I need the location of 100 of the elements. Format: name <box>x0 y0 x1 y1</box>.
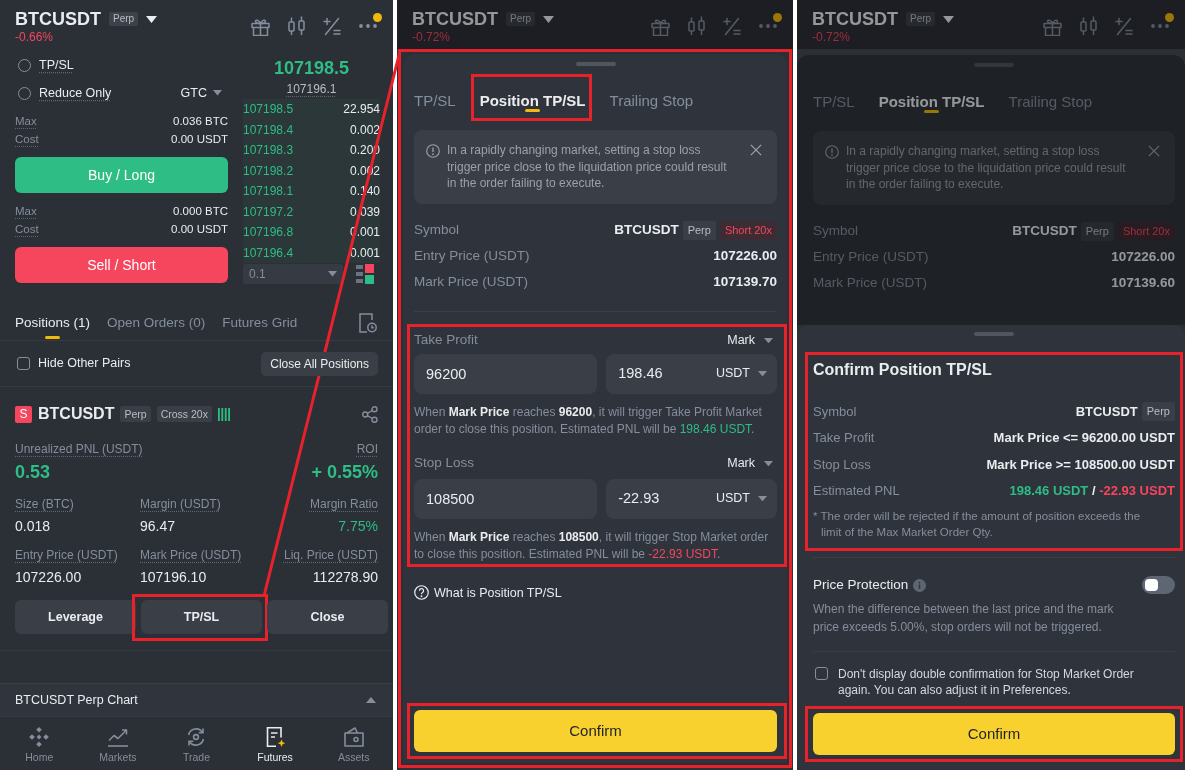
field-label: ROI <box>356 441 378 457</box>
line-chart-icon <box>106 726 129 748</box>
symbol-title[interactable]: BTCUSDT <box>412 8 498 30</box>
action-button[interactable]: TP/SL <box>141 600 262 634</box>
tab[interactable]: Trailing Stop <box>609 77 694 118</box>
field-label: Take Profit <box>813 429 875 447</box>
close-icon[interactable] <box>1148 145 1160 157</box>
field-label: Margin (USDT) <box>140 496 221 512</box>
caret-down-icon[interactable] <box>146 15 158 23</box>
field-value: 7.75% <box>338 517 378 536</box>
nav-tab[interactable]: Futures <box>235 717 315 770</box>
position-tag: Short 20x <box>719 221 777 240</box>
checkbox-label[interactable]: Hide Other Pairs <box>38 354 131 373</box>
caret-down-icon <box>758 495 767 502</box>
option-label[interactable]: Reduce Only <box>39 83 112 103</box>
caret-down-icon[interactable] <box>543 15 555 23</box>
price-change: -0.72% <box>412 30 452 44</box>
field-value: 112278.90 <box>312 568 378 587</box>
bid-amount: 0.001 <box>349 244 380 262</box>
tab[interactable]: Position TP/SL <box>878 78 985 119</box>
stat-label: Max <box>15 204 37 219</box>
gift-icon[interactable] <box>651 16 670 36</box>
plus-minus-icon[interactable] <box>1115 16 1133 36</box>
nav-tab[interactable]: Trade <box>157 717 236 770</box>
caret-down-icon <box>764 460 773 467</box>
action-button[interactable]: Close <box>267 600 388 634</box>
unit-dropdown[interactable]: USDT <box>715 489 767 508</box>
symbol-title[interactable]: BTCUSDT <box>15 8 101 30</box>
info-icon <box>426 144 440 158</box>
field-label: Symbol <box>813 222 858 241</box>
last-price: 107198.5 <box>272 57 351 79</box>
confirm-button[interactable]: Confirm <box>813 713 1175 755</box>
caret-down-icon <box>328 271 337 277</box>
close-icon[interactable] <box>750 144 762 156</box>
order-note: When Mark Price reaches 108500, it will trigger Stop Market order to close this position. Estimated PNL will be -22.93 USDT. <box>414 528 770 563</box>
confirm-button[interactable]: Confirm <box>414 710 777 752</box>
toggle-switch[interactable] <box>1142 576 1175 594</box>
field-value: 107226.00 <box>713 247 777 266</box>
notification-dot-icon <box>1165 13 1174 22</box>
stat-value: 0.00 USDT <box>171 132 228 147</box>
bid-price: 107197.2 <box>243 203 294 221</box>
help-icon <box>414 585 429 601</box>
plus-minus-icon[interactable] <box>723 16 741 36</box>
help-link[interactable]: What is Position TP/SL <box>414 583 562 603</box>
time-in-force-dropdown[interactable]: GTC <box>180 83 228 103</box>
nav-tab[interactable]: Markets <box>78 717 158 770</box>
more-icon[interactable] <box>359 24 377 28</box>
action-button[interactable]: Leverage <box>15 600 136 634</box>
gift-icon[interactable] <box>251 16 270 36</box>
stat-label: Cost <box>15 132 39 147</box>
tab[interactable]: Open Orders (0) <box>107 306 206 340</box>
notification-dot-icon <box>373 13 382 22</box>
field-label: Mark Price (USDT) <box>140 547 242 563</box>
checkbox[interactable] <box>17 357 30 370</box>
sell-short-button[interactable]: Sell / Short <box>15 247 228 283</box>
pnl-value: 0.53 <box>15 461 51 484</box>
info-icon <box>825 145 839 159</box>
trigger-type-dropdown[interactable]: Mark <box>727 331 777 350</box>
candlestick-chart-icon[interactable] <box>288 16 305 36</box>
checkbox-label[interactable]: Don't display double confirmation for Stop Market Order again. You can also adjust it in Preferences. <box>838 666 1168 698</box>
more-icon[interactable] <box>759 24 777 28</box>
bid-price: 107196.4 <box>243 244 294 262</box>
history-icon[interactable] <box>359 313 377 333</box>
drag-handle[interactable] <box>575 62 616 66</box>
field-label: Liq. Price (USDT) <box>284 547 378 563</box>
tab[interactable]: Position TP/SL <box>479 77 586 118</box>
symbol-title[interactable]: BTCUSDT <box>812 8 898 30</box>
nav-tab[interactable]: Assets <box>314 717 393 770</box>
tab[interactable]: Futures Grid <box>222 306 298 340</box>
nav-tab[interactable]: Home <box>0 717 79 770</box>
candlestick-chart-icon[interactable] <box>688 16 705 36</box>
unit-dropdown[interactable]: USDT <box>715 364 767 383</box>
tab[interactable]: TP/SL <box>414 77 456 118</box>
field-label: Entry Price (USDT) <box>813 248 929 267</box>
plus-minus-icon[interactable] <box>323 16 341 36</box>
chart-bar[interactable]: BTCUSDT Perp Chart <box>0 683 393 716</box>
trigger-type-dropdown[interactable]: Mark <box>727 454 777 473</box>
more-icon[interactable] <box>1151 24 1169 28</box>
tab[interactable]: Positions (1) <box>15 306 91 340</box>
setting-description: When the difference between the last price and the mark price exceeds 5.00%, stop orders will not be triggered. <box>813 601 1115 636</box>
checkbox[interactable] <box>815 667 828 680</box>
caret-down-icon[interactable] <box>943 15 955 23</box>
order-book-layout-icon[interactable] <box>356 264 374 284</box>
close-all-positions-button[interactable]: Close All Positions <box>261 351 378 376</box>
pnl-input[interactable]: 198.46 USDT <box>606 353 777 394</box>
price-input[interactable]: 96200 <box>414 353 598 394</box>
field-label: Stop Loss <box>813 455 871 474</box>
wallet-icon <box>342 726 365 748</box>
option-label[interactable]: TP/SL <box>39 55 74 75</box>
contract-tag: Perp <box>506 12 536 26</box>
drag-handle[interactable] <box>974 332 1014 336</box>
gift-icon[interactable] <box>1043 16 1062 36</box>
price-input[interactable]: 108500 <box>414 478 598 519</box>
share-icon[interactable] <box>362 405 378 423</box>
pnl-input[interactable]: -22.93 USDT <box>606 478 777 519</box>
field-label: Symbol <box>414 221 459 240</box>
info-icon[interactable] <box>913 578 927 592</box>
bid-price: 107198.1 <box>243 183 294 200</box>
field-label: Symbol <box>813 402 857 421</box>
candlestick-chart-icon[interactable] <box>1080 16 1097 36</box>
